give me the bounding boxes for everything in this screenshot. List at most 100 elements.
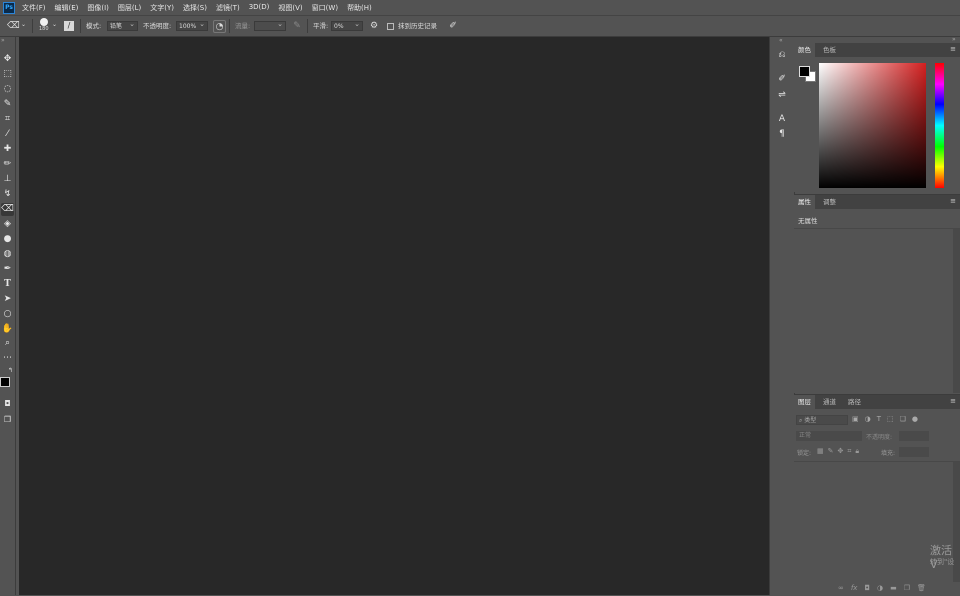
character-panel-icon[interactable]: A [775, 113, 789, 126]
ellipse-tool-icon[interactable]: ○ [1, 308, 14, 321]
divider [794, 228, 960, 229]
menu-item[interactable]: 文字(Y) [150, 3, 174, 13]
lock-artboard-icon[interactable]: ⌗ [847, 447, 851, 456]
menu-item[interactable]: 3D(D) [249, 3, 270, 13]
tab-properties[interactable]: 属性 [794, 195, 815, 209]
adjustments-panel-icon[interactable]: ⇌ [775, 89, 789, 102]
brush-dropdown-icon[interactable]: ⌄ [52, 19, 57, 31]
menu-item[interactable]: 帮助(H) [347, 3, 372, 13]
pixel-filter-icon[interactable]: ▣ [852, 415, 859, 423]
airbrush-icon[interactable]: ✎ [291, 20, 303, 32]
screen-mode-icon[interactable]: ❐ [1, 413, 14, 426]
pressure-opacity-icon[interactable]: ◔ [213, 20, 226, 33]
brush-settings-icon[interactable]: / [64, 21, 74, 31]
marquee-tool-icon[interactable]: ⬚ [1, 68, 14, 81]
paragraph-panel-icon[interactable]: ¶ [775, 128, 789, 141]
smoothing-input[interactable]: 0% [331, 19, 363, 31]
filter-toggle-icon[interactable]: ● [912, 415, 918, 423]
new-adjustment-layer-icon[interactable]: ◑ [877, 584, 883, 592]
divider [80, 19, 81, 33]
tab-paths[interactable]: 路径 [844, 395, 865, 409]
collapse-panels-icon[interactable]: » [952, 36, 956, 43]
menu-item[interactable]: 滤镜(T) [216, 3, 240, 13]
smart-object-filter-icon[interactable]: ❏ [900, 415, 906, 423]
lock-all-icon[interactable]: 🔒︎ [855, 447, 859, 456]
link-layers-icon[interactable]: ∞ [838, 584, 844, 592]
erase-history-checkbox[interactable] [387, 23, 394, 30]
tab-layers[interactable]: 图层 [794, 395, 815, 409]
new-layer-icon[interactable]: ❐ [904, 584, 910, 592]
lock-position-icon[interactable]: ✥ [838, 447, 844, 456]
shape-filter-icon[interactable]: ⬚ [887, 415, 894, 423]
layer-opacity-input[interactable] [899, 431, 929, 441]
lasso-tool-icon[interactable]: ◌ [1, 83, 14, 96]
flow-input[interactable] [254, 19, 286, 31]
lock-transparent-icon[interactable]: ▦ [817, 447, 824, 456]
brush-tool-icon[interactable]: ✏ [1, 158, 14, 171]
pen-tool-icon[interactable]: ✒ [1, 263, 14, 276]
hue-slider[interactable] [935, 63, 944, 188]
panel-menu-icon[interactable]: ≡ [950, 45, 956, 53]
smoothing-settings-gear-icon[interactable]: ⚙ [368, 20, 380, 32]
menu-item[interactable]: 选择(S) [183, 3, 207, 13]
menu-item[interactable]: 编辑(E) [55, 3, 79, 13]
filter-type-label: 类型 [804, 417, 817, 424]
history-panel-icon[interactable]: ⎌ [775, 49, 789, 62]
lock-image-icon[interactable]: ✎ [828, 447, 834, 456]
menu-item[interactable]: 图层(L) [118, 3, 141, 13]
add-mask-icon[interactable]: ◘ [864, 584, 870, 592]
layer-style-fx-icon[interactable]: fx [851, 584, 858, 592]
type-filter-icon[interactable]: T [877, 415, 881, 423]
eyedropper-tool-icon[interactable]: ⁄ [1, 128, 14, 141]
menu-item[interactable]: 图像(I) [87, 3, 109, 13]
more-tools-icon[interactable]: ⋯ [1, 352, 14, 365]
photoshop-logo-icon[interactable]: Ps [3, 2, 15, 14]
panel-menu-icon[interactable]: ≡ [950, 397, 956, 405]
fill-input[interactable] [899, 447, 929, 457]
eraser-tool-icon[interactable]: ⌫ [1, 203, 14, 216]
fg-color-swatch[interactable] [799, 66, 810, 77]
blur-tool-icon[interactable]: ● [1, 233, 14, 246]
menu-item[interactable]: 视图(V) [278, 3, 302, 13]
tab-color[interactable]: 颜色 [794, 43, 815, 57]
panel-menu-icon[interactable]: ≡ [950, 197, 956, 205]
zoom-tool-icon[interactable]: ⌕ [1, 337, 14, 350]
layer-filter-select[interactable]: ⌕ 类型 [796, 415, 848, 425]
properties-scrollbar[interactable] [953, 229, 960, 393]
crop-tool-icon[interactable]: ⌗ [1, 113, 14, 126]
blend-mode-select[interactable]: 正常 [796, 431, 862, 441]
eraser-tool-preset-icon[interactable]: ⌫ [7, 20, 20, 32]
preset-dropdown-icon[interactable]: ⌄ [21, 19, 26, 31]
quick-selection-tool-icon[interactable]: ✎ [1, 98, 14, 111]
document-canvas[interactable] [19, 37, 769, 595]
opacity-input[interactable]: 100% [176, 19, 208, 31]
pressure-size-icon[interactable]: ✐ [447, 20, 459, 32]
dodge-tool-icon[interactable]: ◍ [1, 248, 14, 261]
clone-stamp-tool-icon[interactable]: ⊥ [1, 173, 14, 186]
tab-channels[interactable]: 通道 [819, 395, 840, 409]
hand-tool-icon[interactable]: ✋ [1, 323, 14, 336]
adjustment-filter-icon[interactable]: ◑ [865, 415, 871, 423]
history-brush-tool-icon[interactable]: ↯ [1, 188, 14, 201]
new-group-folder-icon[interactable]: ▬ [890, 584, 897, 592]
tab-adjustments[interactable]: 调整 [819, 195, 840, 209]
mode-select[interactable]: 铅笔 [107, 19, 138, 31]
tab-swatches[interactable]: 色板 [819, 43, 840, 57]
saturation-brightness-field[interactable] [819, 63, 926, 188]
quick-mask-icon[interactable]: ◘ [1, 397, 14, 410]
menu-item[interactable]: 窗口(W) [312, 3, 338, 13]
path-selection-tool-icon[interactable]: ➤ [1, 293, 14, 306]
move-tool-icon[interactable]: ✥ [1, 53, 14, 66]
collapse-toolbar-icon[interactable]: » [1, 37, 5, 44]
delete-layer-trash-icon[interactable]: 🗑︎ [917, 584, 926, 592]
swap-colors-icon[interactable]: ↰ [8, 367, 13, 374]
brush-settings-panel-icon[interactable]: ✐ [775, 73, 789, 86]
type-tool-icon[interactable]: T [1, 278, 14, 291]
menu-item[interactable]: 文件(F) [22, 3, 46, 13]
layers-footer-buttons: ∞ fx ◘ ◑ ▬ ❐ 🗑︎ [838, 584, 926, 592]
expand-dock-icon[interactable]: « [779, 37, 783, 44]
brush-tip-icon [40, 18, 48, 26]
healing-brush-tool-icon[interactable]: ✚ [1, 143, 14, 156]
paint-bucket-tool-icon[interactable]: ◈ [1, 218, 14, 231]
foreground-color-swatch[interactable] [0, 377, 10, 387]
